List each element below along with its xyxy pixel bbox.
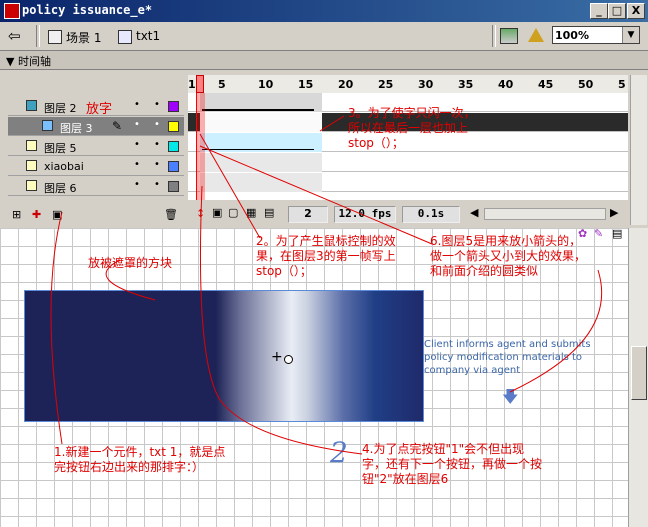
line-5 bbox=[105, 259, 156, 301]
line-4 bbox=[199, 185, 363, 455]
line-3 bbox=[319, 115, 345, 132]
line-1 bbox=[50, 211, 63, 445]
annotation-lines bbox=[50, 115, 603, 455]
line-6b bbox=[509, 269, 603, 393]
